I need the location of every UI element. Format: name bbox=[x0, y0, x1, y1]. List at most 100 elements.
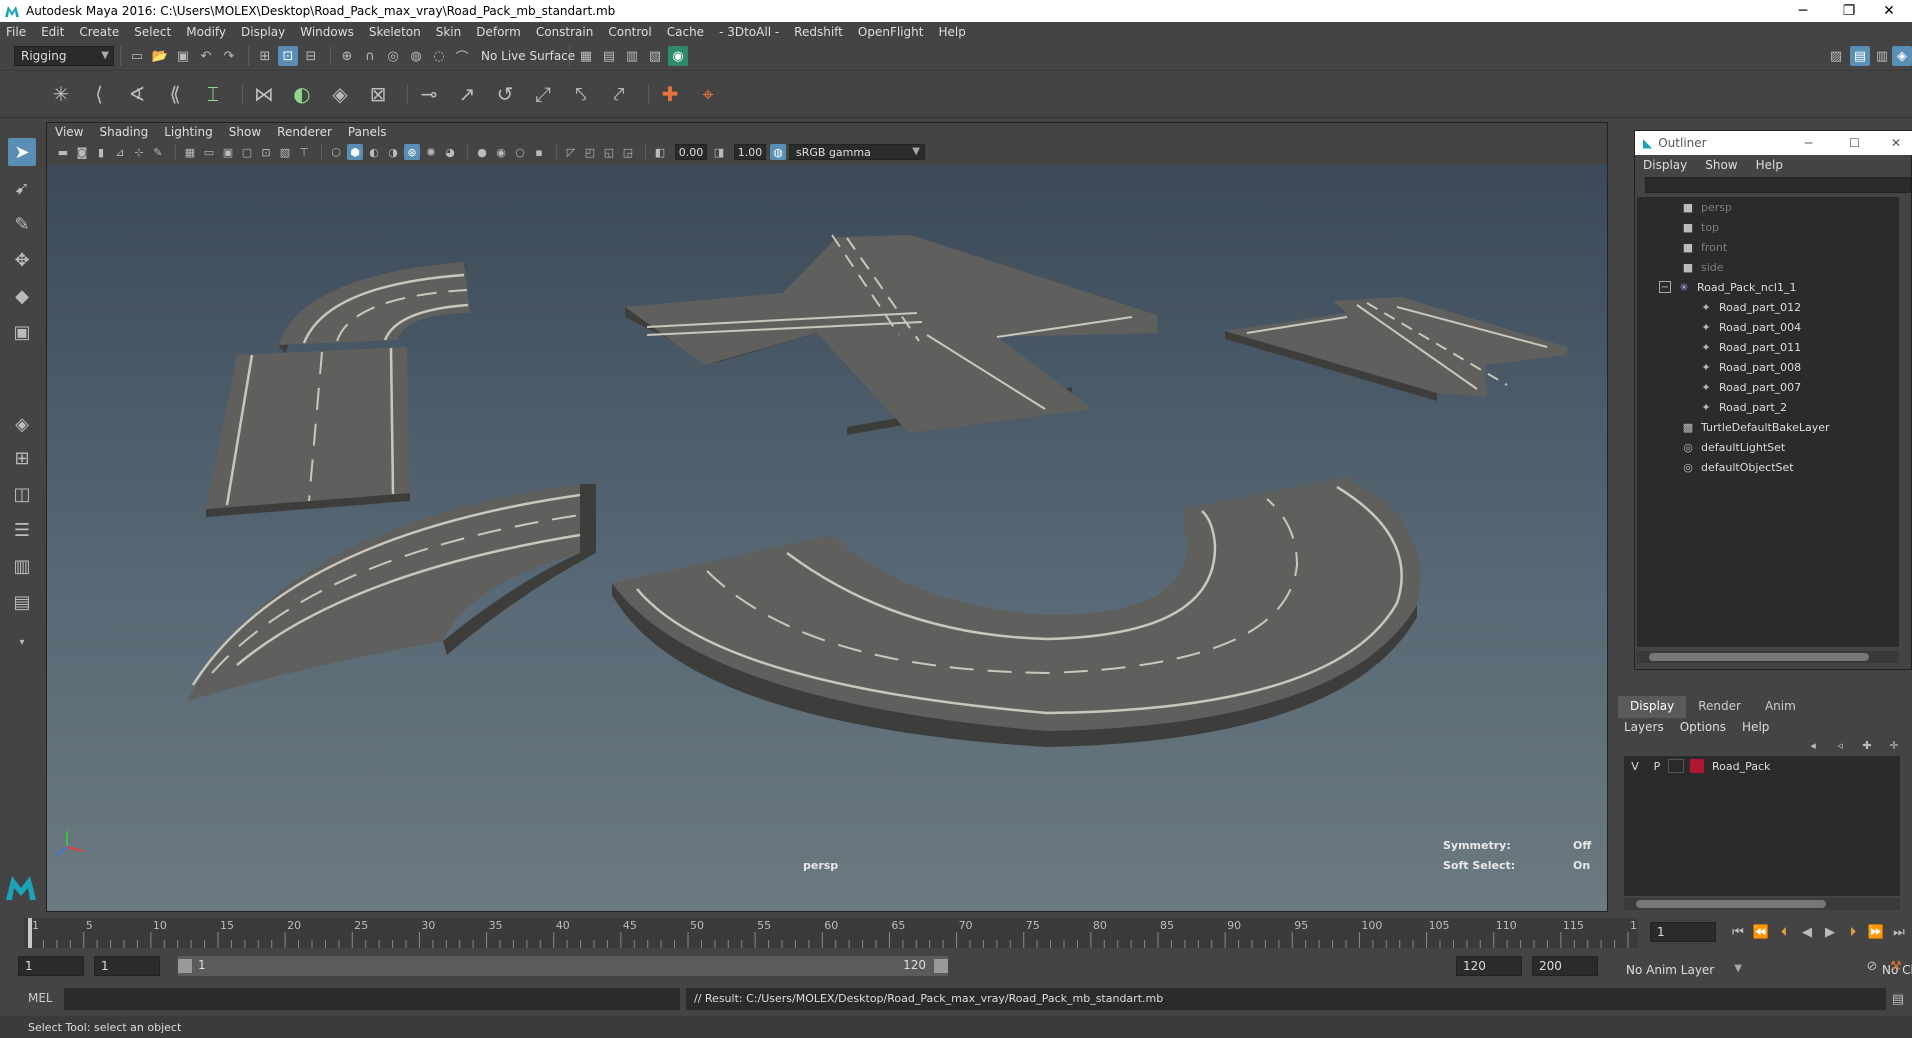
layer-menu-layers[interactable]: Layers bbox=[1624, 720, 1664, 734]
auto-key-icon[interactable]: ⊘ bbox=[1862, 956, 1882, 976]
menu-modify[interactable]: Modify bbox=[186, 25, 226, 39]
parent-constraint-icon[interactable]: ⤣ bbox=[566, 79, 596, 109]
vp-menu-view[interactable]: View bbox=[55, 125, 83, 139]
xray-joints-icon[interactable]: ◰ bbox=[582, 144, 598, 160]
menu-constrain[interactable]: Constrain bbox=[536, 25, 594, 39]
backface-culling-icon[interactable]: ◲ bbox=[620, 144, 636, 160]
aim-constraint-icon[interactable]: ↗ bbox=[452, 79, 482, 109]
menu-windows[interactable]: Windows bbox=[300, 25, 354, 39]
range-end-handle[interactable] bbox=[934, 959, 948, 973]
motion-blur-icon[interactable]: ● bbox=[474, 144, 490, 160]
camera-attributes-icon[interactable]: ◙ bbox=[74, 144, 90, 160]
menu-cache[interactable]: Cache bbox=[667, 25, 704, 39]
layer-reference-toggle[interactable] bbox=[1668, 759, 1684, 773]
outliner-hscrollbar[interactable] bbox=[1637, 651, 1899, 663]
time-slider[interactable]: 1 5 10 15 20 25 30 35 40 45 50 55 60 65 70 75 80 85 90 95 10… bbox=[0, 912, 1912, 952]
anim-layer-dropdown[interactable]: No Anim Layer ▼ bbox=[1620, 960, 1746, 980]
grease-pencil-icon[interactable]: ✎ bbox=[150, 144, 166, 160]
smooth-bind-icon[interactable]: ◈ bbox=[325, 79, 355, 109]
toggle-channel-box-icon[interactable]: ◈ bbox=[1892, 46, 1912, 66]
list-item[interactable]: ■ top bbox=[1681, 217, 1719, 237]
scale-tool-icon[interactable]: ▣ bbox=[8, 318, 36, 346]
render-frame-icon[interactable]: ▦ bbox=[576, 46, 596, 66]
playback-start-field[interactable]: 1 bbox=[94, 956, 160, 976]
list-item[interactable]: ✦ Road_part_012 bbox=[1699, 297, 1801, 317]
list-item[interactable]: ✦ Road_part_004 bbox=[1699, 317, 1801, 337]
new-layer-selected-icon[interactable]: ✛ bbox=[1885, 738, 1903, 752]
xray-components-icon[interactable]: ◱ bbox=[601, 144, 617, 160]
smooth-shade-icon[interactable]: ⬢ bbox=[347, 144, 363, 160]
list-item[interactable]: ▩ TurtleDefaultBakeLayer bbox=[1681, 417, 1830, 437]
layer-menu-help[interactable]: Help bbox=[1742, 720, 1769, 734]
script-editor-icon[interactable]: ▤ bbox=[1888, 989, 1908, 1009]
ambient-occlusion-icon[interactable]: ◕ bbox=[442, 144, 458, 160]
current-time-marker[interactable] bbox=[28, 918, 32, 948]
select-component-icon[interactable]: ⊟ bbox=[301, 46, 321, 66]
resolution-gate-icon[interactable]: ▣ bbox=[220, 144, 236, 160]
outliner-maximize-button[interactable]: ☐ bbox=[1849, 136, 1860, 150]
bookmark-icon[interactable]: ▮ bbox=[93, 144, 109, 160]
exposure-icon[interactable]: ◧ bbox=[652, 144, 668, 160]
layer-menu-options[interactable]: Options bbox=[1680, 720, 1726, 734]
snap-view-icon[interactable]: ◍ bbox=[406, 46, 426, 66]
xray-icon[interactable]: ◸ bbox=[563, 144, 579, 160]
outliner-menu-show[interactable]: Show bbox=[1705, 158, 1737, 172]
vp-menu-renderer[interactable]: Renderer bbox=[277, 125, 332, 139]
menu-file[interactable]: File bbox=[6, 25, 26, 39]
list-item[interactable]: ✦ Road_part_2 bbox=[1699, 397, 1787, 417]
locator-icon[interactable]: ✚ bbox=[655, 79, 685, 109]
close-button[interactable]: ✕ bbox=[1866, 0, 1912, 22]
animation-preferences-icon[interactable]: ⚒ bbox=[1886, 956, 1906, 976]
range-start-handle[interactable] bbox=[178, 959, 192, 973]
step-forward-frame-icon[interactable]: ⏵ bbox=[1843, 922, 1863, 942]
select-object-icon[interactable]: ⊡ bbox=[278, 46, 298, 66]
step-back-key-icon[interactable]: ⏪ bbox=[1751, 922, 1771, 942]
snap-grid-icon[interactable]: ⊕ bbox=[337, 46, 357, 66]
outliner-search-input[interactable] bbox=[1645, 177, 1911, 193]
range-slider[interactable]: 1 120 bbox=[178, 956, 948, 976]
time-slider-track[interactable]: 1 5 10 15 20 25 30 35 40 45 50 55 60 65 70 75 80 85 90 95 10… bbox=[24, 918, 1651, 948]
tab-display[interactable]: Display bbox=[1618, 696, 1687, 718]
interactive-bind-icon[interactable]: ⊠ bbox=[363, 79, 393, 109]
outliner-layout-icon[interactable]: ▤ bbox=[8, 588, 36, 616]
live-surface-label[interactable]: No Live Surface bbox=[475, 46, 575, 66]
new-scene-icon[interactable]: ▭ bbox=[127, 46, 147, 66]
layer-visibility-toggle[interactable]: V bbox=[1624, 760, 1646, 773]
save-scene-icon[interactable]: ▣ bbox=[173, 46, 193, 66]
outliner-menu-help[interactable]: Help bbox=[1756, 158, 1783, 172]
list-item[interactable]: ✦ Road_part_007 bbox=[1699, 377, 1801, 397]
color-management-icon[interactable]: ◍ bbox=[770, 144, 786, 160]
three-pane-layout-icon[interactable]: ▥ bbox=[8, 552, 36, 580]
vp-menu-shading[interactable]: Shading bbox=[99, 125, 148, 139]
list-item[interactable]: ■ front bbox=[1681, 237, 1727, 257]
textured-icon[interactable]: ◑ bbox=[385, 144, 401, 160]
select-tool-icon[interactable]: ➤ bbox=[8, 138, 36, 166]
road-piece-u-curve[interactable] bbox=[612, 477, 1421, 747]
list-item[interactable]: ◎ defaultObjectSet bbox=[1681, 457, 1793, 477]
anti-alias-icon[interactable]: ◉ bbox=[493, 144, 509, 160]
ik-spline-icon[interactable]: ∢ bbox=[122, 79, 152, 109]
vp-menu-lighting[interactable]: Lighting bbox=[164, 125, 213, 139]
insert-joint-icon[interactable]: ⟪ bbox=[160, 79, 190, 109]
render-settings-icon[interactable]: ▥ bbox=[622, 46, 642, 66]
layer-playback-toggle[interactable]: P bbox=[1646, 760, 1668, 773]
minimize-button[interactable]: ─ bbox=[1780, 0, 1826, 22]
undo-icon[interactable]: ↶ bbox=[196, 46, 216, 66]
open-scene-icon[interactable]: 📂 bbox=[150, 46, 170, 66]
scroll-thumb[interactable] bbox=[1636, 900, 1826, 908]
rotate-tool-icon[interactable]: ◆ bbox=[8, 282, 36, 310]
wireframe-on-shaded-icon[interactable]: ◐ bbox=[366, 144, 382, 160]
more-layouts-icon[interactable]: ▾ bbox=[8, 628, 36, 656]
grid-toggle-icon[interactable]: ▦ bbox=[182, 144, 198, 160]
scroll-thumb[interactable] bbox=[1649, 653, 1869, 661]
paint-select-icon[interactable]: ✎ bbox=[8, 210, 36, 238]
field-chart-icon[interactable]: ⊡ bbox=[258, 144, 274, 160]
colorspace-dropdown[interactable]: sRGB gamma ▼ bbox=[789, 144, 925, 160]
shadows-icon[interactable]: ✺ bbox=[423, 144, 439, 160]
move-layer-down-icon[interactable]: ◃ bbox=[1831, 738, 1849, 752]
layer-hscrollbar[interactable] bbox=[1624, 898, 1900, 910]
pole-vector-icon[interactable]: ⤤ bbox=[604, 79, 634, 109]
menu-redshift[interactable]: Redshift bbox=[794, 25, 843, 39]
3d-viewport[interactable]: persp Symmetry: Off Soft Select: On bbox=[47, 165, 1607, 911]
paint-weights-icon[interactable]: ◐ bbox=[287, 79, 317, 109]
